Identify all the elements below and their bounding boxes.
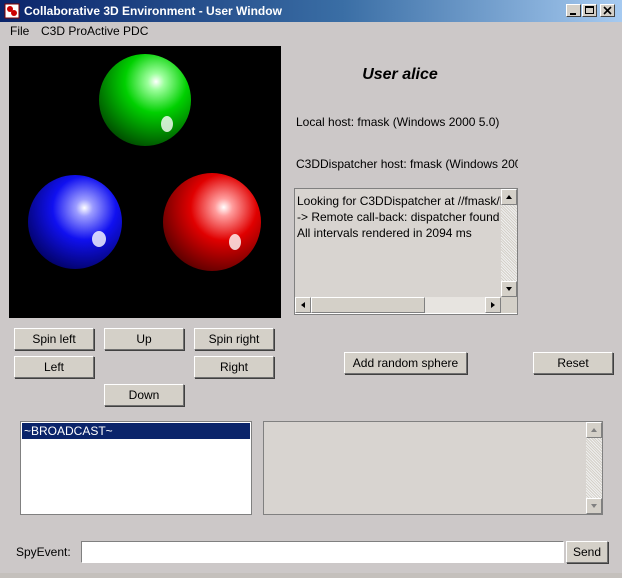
log-line: All intervals rendered in 2094 ms: [297, 226, 472, 240]
minimize-icon: [570, 13, 576, 15]
send-button[interactable]: Send: [566, 541, 608, 563]
scroll-left-button[interactable]: [295, 297, 311, 313]
dispatcher-host-label: C3DDispatcher host: fmask (Windows 2000 …: [296, 157, 518, 171]
blue-sphere-highlight: [92, 231, 106, 247]
maximize-icon: [585, 6, 594, 14]
window-bottom-edge: [0, 573, 622, 578]
add-random-sphere-button[interactable]: Add random sphere: [344, 352, 467, 374]
user-list[interactable]: ~BROADCAST~: [20, 421, 252, 515]
scroll-up-button[interactable]: [501, 189, 517, 205]
message-vertical-scrollbar[interactable]: [586, 422, 602, 514]
right-button[interactable]: Right: [194, 356, 274, 378]
green-sphere-highlight: [161, 116, 173, 132]
message-area[interactable]: [263, 421, 603, 515]
menu-c3d-proactive-pdc[interactable]: C3D ProActive PDC: [41, 24, 148, 38]
spin-left-button[interactable]: Spin left: [14, 328, 94, 350]
spy-event-input[interactable]: [81, 541, 564, 563]
down-button[interactable]: Down: [104, 384, 184, 406]
close-icon: [603, 6, 612, 15]
log-vertical-scrollbar[interactable]: [501, 189, 517, 297]
arrow-up-icon: [591, 428, 597, 432]
scroll-up-button[interactable]: [586, 422, 602, 438]
spy-event-label: SpyEvent:: [16, 545, 71, 559]
window-title: Collaborative 3D Environment - User Wind…: [24, 4, 282, 18]
minimize-button[interactable]: [566, 4, 581, 17]
arrow-down-icon: [506, 287, 512, 291]
local-host-label: Local host: fmask (Windows 2000 5.0): [296, 115, 500, 129]
left-button[interactable]: Left: [14, 356, 94, 378]
arrow-left-icon: [301, 302, 305, 308]
arrow-right-icon: [491, 302, 495, 308]
user-label: User alice: [362, 66, 438, 83]
horizontal-scroll-thumb[interactable]: [311, 297, 425, 313]
red-sphere: [163, 173, 261, 271]
log-area[interactable]: Looking for C3DDispatcher at //fmask/Dis…: [294, 188, 518, 315]
scene-canvas: [28, 54, 261, 271]
scroll-corner: [501, 297, 517, 313]
arrow-down-icon: [591, 504, 597, 508]
title-bar[interactable]: Collaborative 3D Environment - User Wind…: [0, 0, 622, 22]
log-horizontal-scrollbar[interactable]: [295, 297, 501, 313]
render-viewport[interactable]: [9, 46, 281, 318]
maximize-button[interactable]: [582, 4, 597, 17]
green-sphere: [99, 54, 191, 146]
scroll-down-button[interactable]: [586, 498, 602, 514]
reset-button[interactable]: Reset: [533, 352, 613, 374]
scroll-right-button[interactable]: [485, 297, 501, 313]
red-sphere-highlight: [229, 234, 241, 250]
spin-right-button[interactable]: Spin right: [194, 328, 274, 350]
up-button[interactable]: Up: [104, 328, 184, 350]
log-line: -> Remote call-back: dispatcher found: [297, 210, 500, 224]
log-text: Looking for C3DDispatcher at //fmask/Dis…: [297, 193, 501, 297]
app-icon: [4, 3, 20, 19]
arrow-up-icon: [506, 195, 512, 199]
user-list-item-broadcast[interactable]: ~BROADCAST~: [22, 423, 250, 439]
close-button[interactable]: [600, 4, 615, 17]
blue-sphere: [28, 175, 122, 269]
menu-file[interactable]: File: [10, 24, 29, 38]
scroll-down-button[interactable]: [501, 281, 517, 297]
log-line: Looking for C3DDispatcher at //fmask/Dis…: [297, 194, 501, 208]
